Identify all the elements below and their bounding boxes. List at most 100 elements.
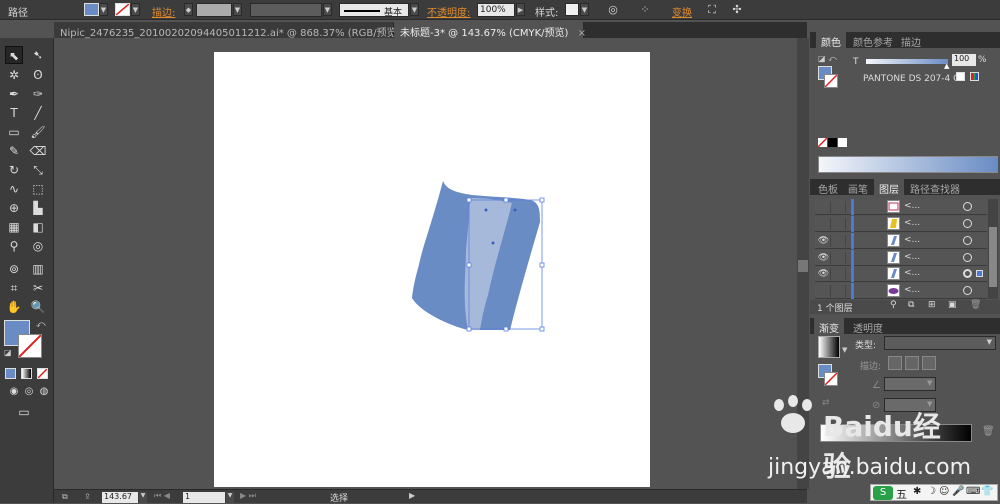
- curvature-icon[interactable]: ✑: [29, 85, 47, 103]
- tab-gradient[interactable]: 渐变: [814, 318, 844, 335]
- slice-icon[interactable]: ✂: [29, 279, 47, 297]
- opacity-input[interactable]: 100%: [477, 3, 515, 17]
- ime-moon-icon[interactable]: ☽: [927, 486, 936, 497]
- recolor-icon[interactable]: ◎: [606, 3, 620, 17]
- pages-icon[interactable]: ⧉: [62, 492, 68, 502]
- draw-inside-icon[interactable]: ◍: [35, 383, 53, 401]
- status-arrow-icon[interactable]: ▶: [409, 491, 415, 500]
- selection-icon[interactable]: ⬉: [5, 46, 23, 64]
- scroll-thumb[interactable]: [989, 227, 997, 287]
- selection-indicator[interactable]: [976, 270, 983, 277]
- default-colors-icon[interactable]: ◪: [4, 348, 12, 357]
- direct-selection-icon[interactable]: ➷: [29, 46, 47, 64]
- layer-name[interactable]: <...: [904, 218, 920, 228]
- pencil-icon[interactable]: ✎: [5, 142, 23, 160]
- delete-stop-icon[interactable]: 🗑: [982, 426, 995, 437]
- pen-icon[interactable]: ✒: [5, 85, 23, 103]
- layer-row[interactable]: 👁 <...: [815, 233, 987, 249]
- locate-object-icon[interactable]: ⚲: [890, 300, 897, 310]
- ime-keyboard-icon[interactable]: ⌨: [966, 486, 980, 497]
- artboard-icon[interactable]: ⌗: [5, 279, 23, 297]
- target-icon-selected[interactable]: [963, 269, 972, 278]
- symbol-sprayer-icon[interactable]: ⊚: [5, 260, 23, 278]
- tab-untitled-3[interactable]: 未标题-3* @ 143.67% (CMYK/预览) ×: [394, 22, 586, 39]
- layer-row[interactable]: <...: [815, 199, 987, 215]
- rotate-icon[interactable]: ↻: [5, 161, 23, 179]
- handle[interactable]: [466, 262, 472, 268]
- handle[interactable]: [503, 326, 509, 332]
- lock-toggle[interactable]: [832, 285, 846, 297]
- new-layer-icon[interactable]: ▣: [948, 300, 957, 310]
- stroke-color-box[interactable]: [18, 334, 42, 358]
- clipping-mask-icon[interactable]: ⧉: [908, 300, 914, 310]
- target-icon[interactable]: [963, 286, 972, 295]
- brush-icon[interactable]: 🖌: [29, 123, 47, 141]
- eraser-icon[interactable]: ⌫: [29, 142, 47, 160]
- layer-name[interactable]: <...: [904, 235, 920, 245]
- layer-name[interactable]: <...: [904, 268, 920, 278]
- layer-name[interactable]: <...: [904, 201, 920, 211]
- angle-dropdown[interactable]: ▼: [927, 379, 932, 387]
- target-icon[interactable]: [963, 253, 972, 262]
- arrange-icon[interactable]: ✣: [730, 3, 744, 17]
- handle[interactable]: [503, 197, 509, 203]
- ime-emoji-icon[interactable]: ☺: [939, 486, 949, 497]
- gradient-mode-icon[interactable]: [21, 368, 32, 379]
- style-swatch[interactable]: [565, 3, 579, 16]
- free-transform-icon[interactable]: ⬚: [29, 180, 47, 198]
- gradient-stroke-swatch[interactable]: [824, 372, 838, 386]
- handle[interactable]: [466, 197, 472, 203]
- artwork[interactable]: [214, 52, 650, 487]
- color-stroke-swatch[interactable]: [824, 74, 838, 88]
- blend-icon[interactable]: ◎: [29, 237, 47, 255]
- zoom-dropdown[interactable]: ▼: [139, 492, 147, 503]
- stroke-gradient-within-icon[interactable]: [888, 356, 902, 370]
- tab-brushes[interactable]: 画笔: [843, 179, 873, 196]
- opacity-label[interactable]: 不透明度:: [427, 4, 470, 19]
- brush-profile[interactable]: 基本: [339, 3, 409, 18]
- eye-icon[interactable]: 👁: [817, 268, 831, 280]
- ime-mode[interactable]: 五: [896, 486, 907, 502]
- visibility-toggle[interactable]: [817, 201, 831, 213]
- color-spectrum[interactable]: [818, 156, 998, 173]
- style-dropdown[interactable]: ▼: [580, 3, 589, 16]
- tint-slider-thumb[interactable]: ▲: [944, 62, 949, 70]
- lock-toggle[interactable]: [832, 235, 846, 247]
- tab-layers[interactable]: 图层: [874, 179, 904, 196]
- opacity-dropdown[interactable]: ▶: [516, 3, 525, 16]
- close-icon[interactable]: ×: [578, 28, 586, 39]
- ime-logo-icon[interactable]: S: [873, 486, 893, 500]
- gradient-preview[interactable]: [818, 336, 840, 358]
- stroke-gradient-across-icon[interactable]: [922, 356, 936, 370]
- warp-icon[interactable]: ∿: [5, 180, 23, 198]
- handle[interactable]: [539, 197, 545, 203]
- layer-row[interactable]: <...: [815, 216, 987, 232]
- handle[interactable]: [539, 262, 545, 268]
- white-color-chip[interactable]: [838, 138, 847, 147]
- tab-nipic[interactable]: Nipic_2476235_20100202094405011212.ai* @…: [54, 22, 418, 39]
- artboard[interactable]: [214, 52, 650, 487]
- delete-icon[interactable]: 🗑: [970, 300, 981, 310]
- ime-punct-icon[interactable]: ✱: [913, 486, 921, 497]
- tab-swatches[interactable]: 色板: [813, 179, 843, 196]
- lock-toggle[interactable]: [832, 201, 846, 213]
- stroke-weight-dropdown[interactable]: ▼: [233, 3, 242, 16]
- perspective-icon[interactable]: ▙: [29, 199, 47, 217]
- mesh-icon[interactable]: ▦: [5, 218, 23, 236]
- out-of-gamut-icon[interactable]: [956, 72, 965, 81]
- lock-toggle[interactable]: [832, 268, 846, 280]
- zoom-input[interactable]: 143.67: [102, 492, 138, 503]
- layer-name[interactable]: <...: [904, 285, 920, 295]
- tab-stroke[interactable]: 描边: [896, 32, 926, 49]
- page-dropdown[interactable]: ▼: [226, 492, 234, 503]
- stroke-gradient-along-icon[interactable]: [905, 356, 919, 370]
- gradient-type-select[interactable]: ▼: [884, 336, 996, 350]
- variable-width-field[interactable]: [250, 3, 322, 17]
- swap-colors-icon[interactable]: ⤺: [36, 320, 46, 330]
- tab-pathfinder[interactable]: 路径查找器: [905, 179, 965, 196]
- brush-profile-dropdown[interactable]: ▼: [410, 3, 419, 16]
- tab-transparency[interactable]: 透明度: [848, 318, 888, 335]
- stroke-weight-stepper[interactable]: ◆: [184, 3, 193, 16]
- layer-name[interactable]: <...: [904, 252, 920, 262]
- fill-dropdown[interactable]: ▼: [99, 3, 108, 16]
